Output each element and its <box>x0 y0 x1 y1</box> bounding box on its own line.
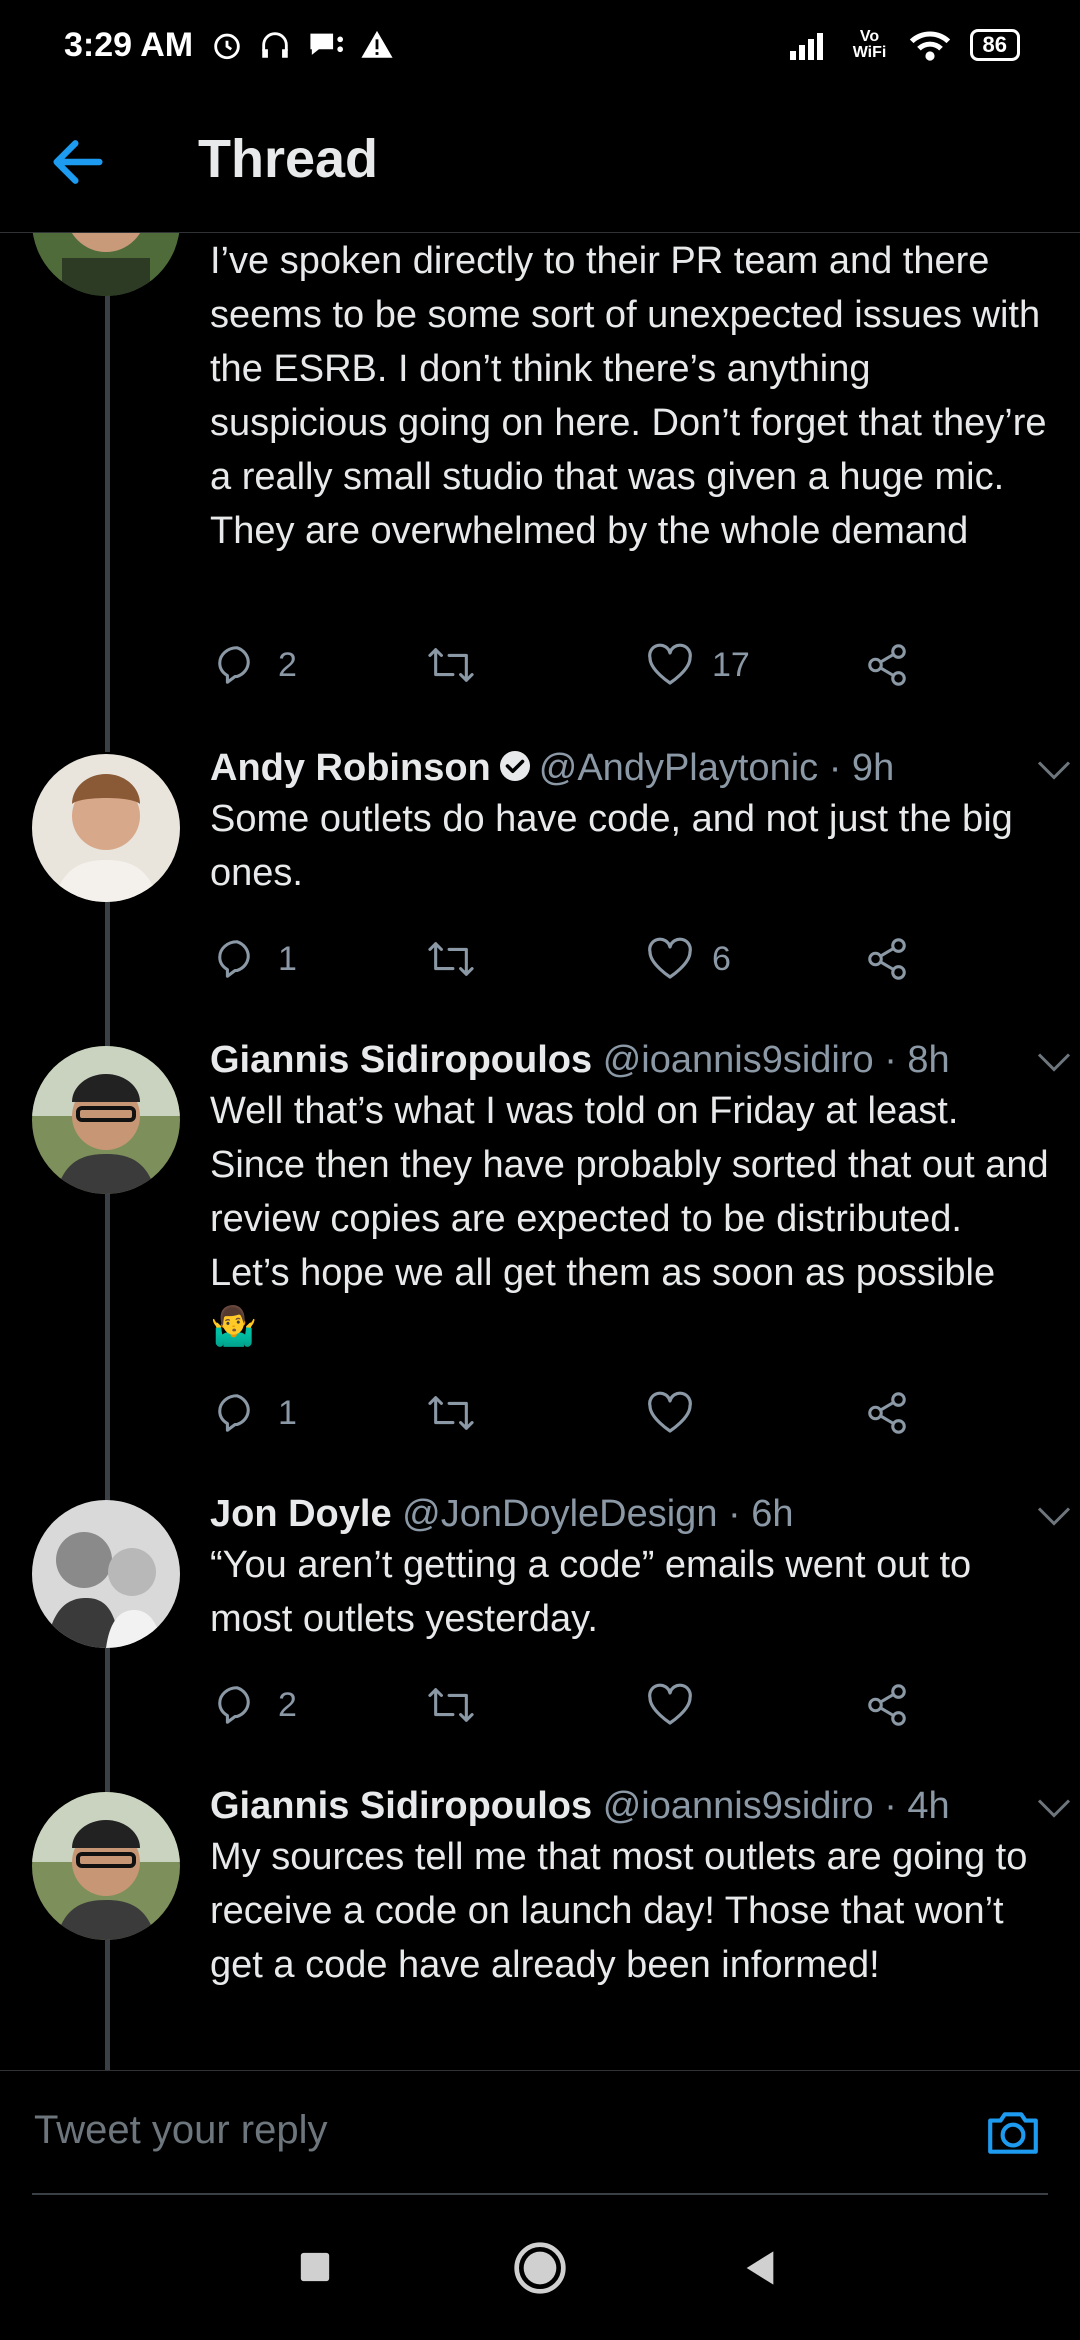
status-bar: 3:29 AM Vo WiFi 86 <box>0 0 1080 100</box>
tweet[interactable]: Jon Doyle @JonDoyleDesign · 6h “You aren… <box>210 1490 1071 1646</box>
like-button[interactable]: 6 <box>646 936 731 982</box>
heart-icon <box>648 643 692 685</box>
heart-icon <box>648 937 692 979</box>
like-button[interactable]: 17 <box>646 642 750 688</box>
headphones-icon <box>262 32 288 58</box>
chevron-down-icon[interactable] <box>1036 758 1072 782</box>
page-title: Thread <box>198 129 379 189</box>
avatar[interactable] <box>32 1046 180 1194</box>
tweet[interactable]: Giannis Sidiropoulos @ioannis9sidiro · 4… <box>210 1782 1071 1992</box>
reply-icon <box>218 646 250 684</box>
retweet-icon <box>428 1688 474 1722</box>
reply-button[interactable]: 1 <box>214 1390 297 1436</box>
like-button[interactable] <box>646 1390 712 1436</box>
tweet-time: · 8h <box>884 1039 950 1081</box>
reply-underline <box>32 2193 1048 2195</box>
reply-button[interactable]: 2 <box>214 642 297 688</box>
display-name[interactable]: Giannis Sidiropoulos <box>210 1039 592 1081</box>
display-name[interactable]: Giannis Sidiropoulos <box>210 1785 592 1827</box>
retweet-button[interactable] <box>426 1390 476 1436</box>
vowifi-label: Vo WiFi <box>852 28 887 61</box>
tweet-text: “You aren’t getting a code” emails went … <box>210 1544 972 1640</box>
alarm-icon <box>214 33 240 60</box>
reply-count: 2 <box>278 645 297 684</box>
share-button[interactable] <box>864 642 910 688</box>
tweet-text: Some outlets do have code, and not just … <box>210 798 1013 894</box>
thread-header: Thread <box>0 100 1080 233</box>
wifi-icon <box>909 31 950 61</box>
share-icon <box>868 1392 906 1434</box>
tweet-actions: 2 17 <box>210 642 1030 698</box>
tweet-text: I’ve spoken directly to their PR team an… <box>210 240 1047 552</box>
signal-icon <box>789 33 823 60</box>
tweet[interactable]: I’ve spoken directly to their PR team an… <box>210 234 1050 558</box>
tweet[interactable]: Andy Robinson @AndyPlaytonic · 9h Some ou… <box>210 744 1071 900</box>
retweet-button[interactable] <box>426 936 476 982</box>
chat-notification-icon <box>310 33 343 55</box>
retweet-icon <box>428 1396 474 1430</box>
display-name[interactable]: Andy Robinson <box>210 747 491 789</box>
avatar[interactable] <box>32 754 180 902</box>
reply-count: 1 <box>278 1393 297 1432</box>
tweet-actions: 2 <box>210 1682 1030 1738</box>
home-circle-icon[interactable] <box>512 2240 568 2296</box>
tweet-actions: 1 <box>210 1390 1030 1446</box>
tweet-actions: 1 6 <box>210 936 1030 992</box>
thread-list: I’ve spoken directly to their PR team an… <box>0 232 1080 2070</box>
thread-connector <box>105 1938 110 2070</box>
reply-icon <box>218 940 250 978</box>
tweet-text: My sources tell me that most outlets are… <box>210 1836 1028 1986</box>
share-icon <box>868 1684 906 1726</box>
reply-icon <box>218 1394 250 1432</box>
like-button[interactable] <box>646 1682 712 1728</box>
share-icon <box>868 938 906 980</box>
warning-icon <box>361 30 393 58</box>
display-name[interactable]: Jon Doyle <box>210 1493 392 1535</box>
chevron-down-icon[interactable] <box>1036 1796 1072 1820</box>
reply-icon <box>218 1686 250 1724</box>
chevron-down-icon[interactable] <box>1036 1050 1072 1074</box>
camera-icon[interactable] <box>984 2107 1042 2159</box>
reply-bar <box>0 2070 1080 2195</box>
tweet-time: · 4h <box>884 1785 950 1827</box>
retweet-button[interactable] <box>426 642 476 688</box>
reply-button[interactable]: 2 <box>214 1682 297 1728</box>
reply-input[interactable] <box>32 2099 936 2161</box>
retweet-button[interactable] <box>426 1682 476 1728</box>
reply-count: 2 <box>278 1685 297 1724</box>
like-count: 6 <box>712 939 731 978</box>
battery-indicator: 86 <box>969 29 1020 61</box>
retweet-icon <box>428 648 474 682</box>
status-time: 3:29 AM <box>64 26 194 64</box>
back-triangle-icon[interactable] <box>742 2248 778 2288</box>
retweet-icon <box>428 942 474 976</box>
user-handle[interactable]: @JonDoyleDesign <box>402 1493 717 1535</box>
reply-button[interactable]: 1 <box>214 936 297 982</box>
chevron-down-icon[interactable] <box>1036 1504 1072 1528</box>
like-count: 17 <box>712 645 750 684</box>
tweet-time: · 6h <box>728 1493 794 1535</box>
system-nav-bar <box>0 2196 1080 2340</box>
share-button[interactable] <box>864 1682 910 1728</box>
recents-square-icon[interactable] <box>298 2250 332 2284</box>
share-button[interactable] <box>864 936 910 982</box>
user-handle[interactable]: @AndyPlaytonic <box>539 747 818 789</box>
user-handle[interactable]: @ioannis9sidiro <box>603 1039 874 1081</box>
tweet[interactable]: Giannis Sidiropoulos @ioannis9sidiro · 8… <box>210 1036 1071 1354</box>
share-button[interactable] <box>864 1390 910 1436</box>
avatar[interactable] <box>32 232 180 296</box>
reply-count: 1 <box>278 939 297 978</box>
tweet-time: · 9h <box>828 747 895 789</box>
thread-connector <box>105 232 110 752</box>
tweet-text: Well that’s what I was told on Friday at… <box>210 1090 1049 1348</box>
avatar[interactable] <box>32 1500 180 1648</box>
share-icon <box>868 644 906 686</box>
back-arrow-icon[interactable] <box>46 130 110 194</box>
heart-icon <box>648 1391 692 1433</box>
heart-icon <box>648 1683 692 1725</box>
user-handle[interactable]: @ioannis9sidiro <box>603 1785 874 1827</box>
verified-badge-icon <box>499 751 530 781</box>
avatar[interactable] <box>32 1792 180 1940</box>
